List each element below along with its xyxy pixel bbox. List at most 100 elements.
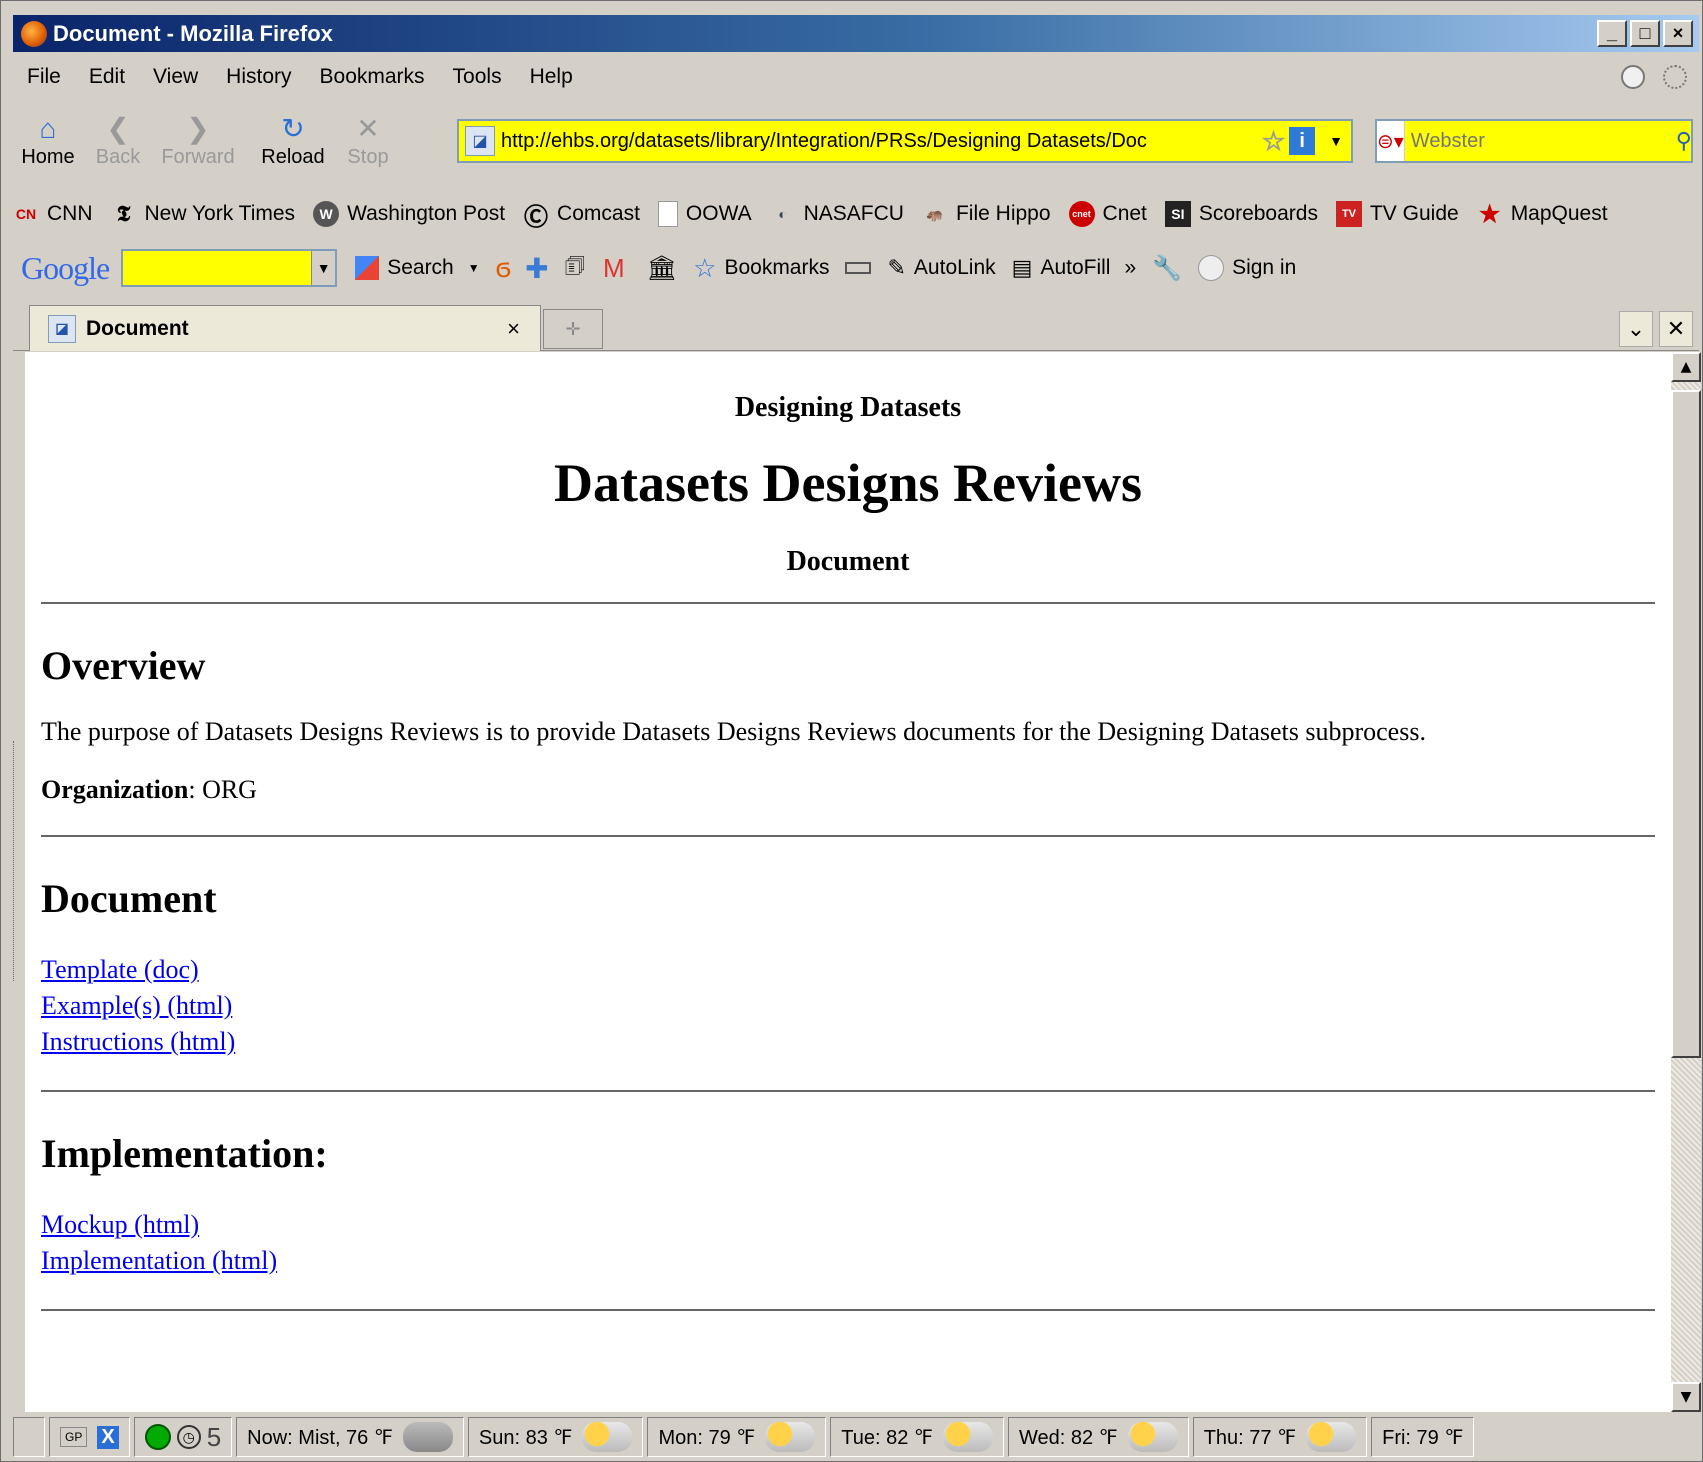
bookmark-label: Scoreboards — [1198, 202, 1318, 225]
google-search-button[interactable]: Search ▼ — [355, 256, 480, 280]
user-status-icon[interactable] — [1621, 65, 1645, 89]
plus-icon: ✚ — [525, 252, 549, 284]
filehippo-icon: 🦛 — [926, 205, 944, 222]
bookmarks-toolbar: CN CNN 𝕿 New York Times W Washington Post Ⓒ… — [13, 191, 1699, 237]
firefox-logo-icon — [21, 20, 47, 47]
page-content: Designing Datasets Datasets Designs Revi… — [25, 352, 1671, 1412]
home-icon: ⌂ — [39, 112, 57, 144]
instructions-link[interactable]: Instructions (html) — [41, 1024, 235, 1060]
cnn-icon: CN — [15, 206, 37, 222]
new-tab-button[interactable]: ✛ — [543, 309, 603, 349]
menu-view[interactable]: View — [139, 65, 212, 89]
url-bar[interactable]: ◪ http://ehbs.org/datasets/library/Integ… — [457, 119, 1353, 163]
bookmark-comcast[interactable]: Ⓒ Comcast — [523, 201, 640, 231]
toolbar-more[interactable]: 🗊 M 🏛 — [565, 249, 678, 287]
bank-icon: 🏛 — [646, 254, 678, 282]
status-empty — [13, 1417, 45, 1457]
bookmark-nasafcu[interactable]: ◐ NASAFCU — [770, 201, 904, 227]
weather-sun[interactable]: Sun: 83 ℉ — [467, 1417, 644, 1457]
more-chevron[interactable]: » — [1124, 256, 1136, 280]
scroll-down-button[interactable]: ▼ — [1671, 1382, 1701, 1412]
google-search-input[interactable]: ▼ — [121, 249, 338, 287]
search-box[interactable]: ⊜▾ ⚲ — [1375, 119, 1693, 163]
star-icon: ☆ — [693, 252, 717, 283]
google-search-icon — [355, 256, 380, 280]
clock-icon: ◷ — [176, 1425, 201, 1449]
google-bookmarks-button[interactable]: ☆ Bookmarks — [693, 253, 829, 284]
stop-button[interactable]: ✕ Stop — [333, 112, 403, 169]
bookmark-cnn[interactable]: CN CNN — [13, 201, 93, 227]
search-engine-icon[interactable]: ⊜▾ — [1377, 121, 1405, 161]
weather-wed[interactable]: Wed: 82 ℉ — [1007, 1417, 1189, 1457]
weather-now[interactable]: Now: Mist, 76 ℉ — [236, 1417, 464, 1457]
info-icon[interactable]: i — [1289, 127, 1316, 155]
menu-edit[interactable]: Edit — [75, 65, 139, 89]
forward-button[interactable]: ❯ Forward — [153, 112, 243, 169]
toolbar-extras[interactable]: ϭ ✚ — [496, 252, 549, 285]
maximize-button[interactable]: □ — [1630, 20, 1660, 47]
home-button[interactable]: ⌂ Home — [13, 112, 83, 169]
stop-icon: ✕ — [356, 112, 380, 144]
bookmark-cnet[interactable]: cnet Cnet — [1068, 201, 1147, 227]
minimize-button[interactable]: _ — [1597, 20, 1627, 47]
forward-label: Forward — [161, 145, 235, 168]
bookmark-tv-guide[interactable]: TV TV Guide — [1335, 201, 1459, 227]
gp-button[interactable]: GP X — [49, 1417, 130, 1457]
back-button[interactable]: ❮ Back — [83, 112, 153, 169]
menu-tools[interactable]: Tools — [439, 65, 516, 89]
autolink-button[interactable]: ✎ AutoLink — [887, 255, 995, 281]
tab-close-button[interactable]: × — [507, 316, 520, 342]
bookmark-file-hippo[interactable]: 🦛 File Hippo — [922, 201, 1050, 227]
autofill-button[interactable]: ▤ AutoFill » — [1012, 255, 1137, 281]
bookmark-scoreboards[interactable]: SI Scoreboards — [1164, 201, 1318, 227]
menu-bookmarks[interactable]: Bookmarks — [306, 65, 439, 89]
template-link[interactable]: Template (doc) — [41, 952, 199, 988]
nasafcu-icon: ◐ — [778, 206, 787, 222]
si-icon: SI — [1164, 201, 1191, 227]
tab-document[interactable]: ◪ Document × — [29, 305, 541, 351]
url-text[interactable]: http://ehbs.org/datasets/library/Integra… — [501, 130, 1258, 153]
search-input[interactable] — [1404, 129, 1676, 153]
scroll-thumb[interactable] — [1671, 390, 1701, 1058]
menu-help[interactable]: Help — [516, 65, 587, 89]
bookmark-mapquest[interactable]: ★ MapQuest — [1477, 201, 1608, 228]
settings-button[interactable]: 🔧 — [1152, 254, 1182, 283]
weather-label: Thu: 77 ℉ — [1203, 1426, 1297, 1449]
bookmark-nyt[interactable]: 𝕿 New York Times — [111, 201, 295, 227]
count-badge: 5 — [206, 1421, 222, 1452]
dropdown-arrow-icon[interactable]: ▼ — [468, 261, 480, 275]
weather-fri[interactable]: Fri: 79 ℉ — [1371, 1417, 1475, 1457]
wand-icon: ✎ — [887, 255, 906, 280]
sidebar-grip[interactable] — [13, 741, 21, 981]
menu-history[interactable]: History — [212, 65, 305, 89]
close-tab-button[interactable]: ✕ — [1659, 311, 1693, 347]
page-icon — [657, 201, 678, 227]
weather-label: Tue: 82 ℉ — [841, 1426, 933, 1449]
weather-thu[interactable]: Thu: 77 ℉ — [1192, 1417, 1368, 1457]
weather-mon[interactable]: Mon: 79 ℉ — [647, 1417, 827, 1457]
examples-link[interactable]: Example(s) (html) — [41, 988, 232, 1024]
bookmark-star-icon[interactable]: ☆ — [1261, 125, 1285, 157]
scroll-up-button[interactable]: ▲ — [1671, 352, 1701, 382]
bookmark-oowa[interactable]: OOWA — [657, 201, 752, 227]
menu-file[interactable]: File — [13, 65, 75, 89]
bookmark-washington-post[interactable]: W Washington Post — [313, 201, 505, 227]
sign-in-button[interactable]: Sign in — [1198, 255, 1296, 281]
search-icon[interactable]: ⚲ — [1676, 128, 1702, 154]
bookmark-label: CNN — [47, 202, 93, 225]
close-button[interactable]: × — [1663, 20, 1693, 47]
implementation-link[interactable]: Implementation (html) — [41, 1243, 277, 1279]
box-button[interactable] — [845, 262, 872, 274]
weather-label: Now: Mist, 76 ℉ — [247, 1426, 393, 1449]
reload-button[interactable]: ↻ Reload — [253, 112, 333, 169]
x-app-icon: X — [97, 1425, 119, 1449]
tab-list-button[interactable]: ⌄ — [1619, 311, 1653, 347]
page-title: Datasets Designs Reviews — [554, 453, 1142, 513]
mockup-link[interactable]: Mockup (html) — [41, 1207, 199, 1243]
url-dropdown-icon[interactable]: ▼ — [1329, 133, 1343, 149]
weather-tue[interactable]: Tue: 82 ℉ — [830, 1417, 1004, 1457]
status-indicators[interactable]: ◷ 5 — [133, 1417, 233, 1457]
vertical-scrollbar[interactable]: ▲ ▼ — [1671, 352, 1701, 1412]
google-dropdown-icon[interactable]: ▼ — [311, 251, 336, 285]
overview-heading: Overview — [41, 643, 206, 688]
